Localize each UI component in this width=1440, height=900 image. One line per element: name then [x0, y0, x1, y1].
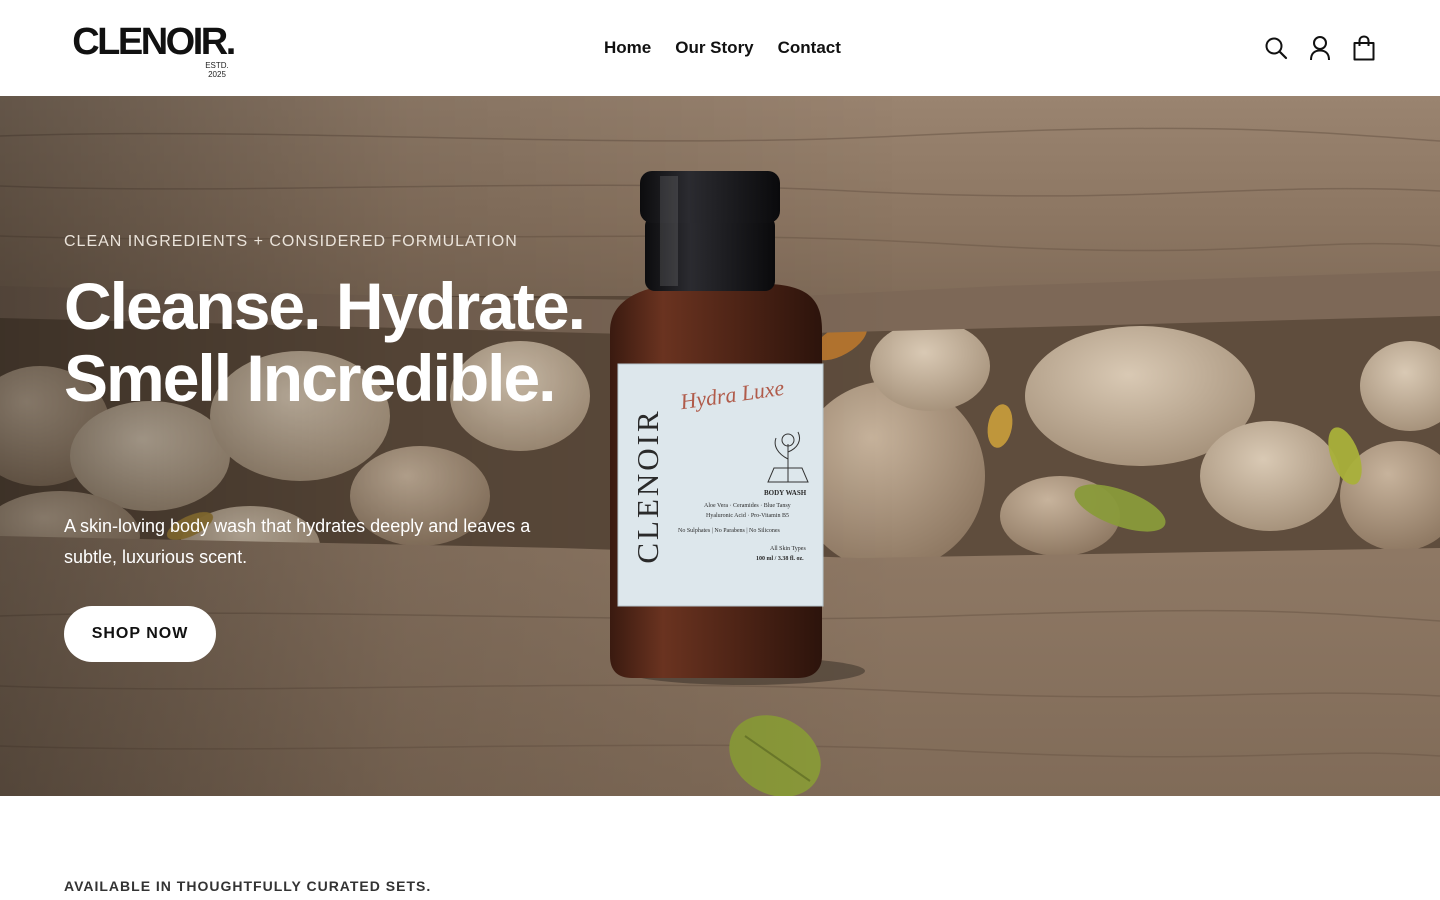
- hero-content: CLEAN INGREDIENTS + CONSIDERED FORMULATI…: [64, 96, 624, 796]
- label-skin-type: All Skin Types: [770, 546, 806, 552]
- cart-icon[interactable]: [1352, 34, 1376, 62]
- flower-illustration: [767, 431, 809, 483]
- hero-eyebrow: CLEAN INGREDIENTS + CONSIDERED FORMULATI…: [64, 233, 518, 250]
- main-nav: Home Our Story Contact: [604, 38, 841, 58]
- label-volume: 100 ml / 3.38 fl. oz.: [756, 556, 804, 562]
- search-icon[interactable]: [1264, 34, 1288, 62]
- label-ingredients-2: Hyaluronic Acid · Pro-Vitamin B5: [706, 513, 789, 519]
- label-brand: CLENOIR: [630, 408, 665, 564]
- nav-home[interactable]: Home: [604, 38, 651, 58]
- header-icons: [1264, 34, 1376, 62]
- nav-contact[interactable]: Contact: [778, 38, 841, 58]
- label-product-name: Hydra Luxe: [678, 374, 786, 415]
- account-icon[interactable]: [1308, 34, 1332, 62]
- hero-banner: CLENOIR Hydra Luxe BODY WASH Aloe Vera ·…: [0, 96, 1440, 796]
- site-header: CLENOIR. ESTD. 2025 Home Our Story Conta…: [0, 0, 1440, 96]
- hero-headline: Cleanse. Hydrate. Smell Incredible.: [64, 269, 586, 415]
- brand-logo[interactable]: CLENOIR. ESTD. 2025: [68, 21, 238, 79]
- logo-established: ESTD. 2025: [205, 61, 229, 79]
- label-type: BODY WASH: [764, 489, 807, 497]
- label-free-from: No Sulphates | No Parabens | No Silicone…: [678, 528, 780, 534]
- shop-now-button[interactable]: SHOP NOW: [64, 606, 216, 662]
- logo-wordmark: CLENOIR.: [72, 21, 236, 63]
- product-label: CLENOIR Hydra Luxe BODY WASH Aloe Vera ·…: [618, 364, 823, 606]
- nav-our-story[interactable]: Our Story: [675, 38, 753, 58]
- hero-subtext: A skin-loving body wash that hydrates de…: [64, 516, 531, 567]
- curated-sets-label: AVAILABLE IN THOUGHTFULLY CURATED SETS.: [64, 878, 432, 894]
- label-ingredients-1: Aloe Vera · Ceramides · Blue Tansy: [704, 503, 791, 509]
